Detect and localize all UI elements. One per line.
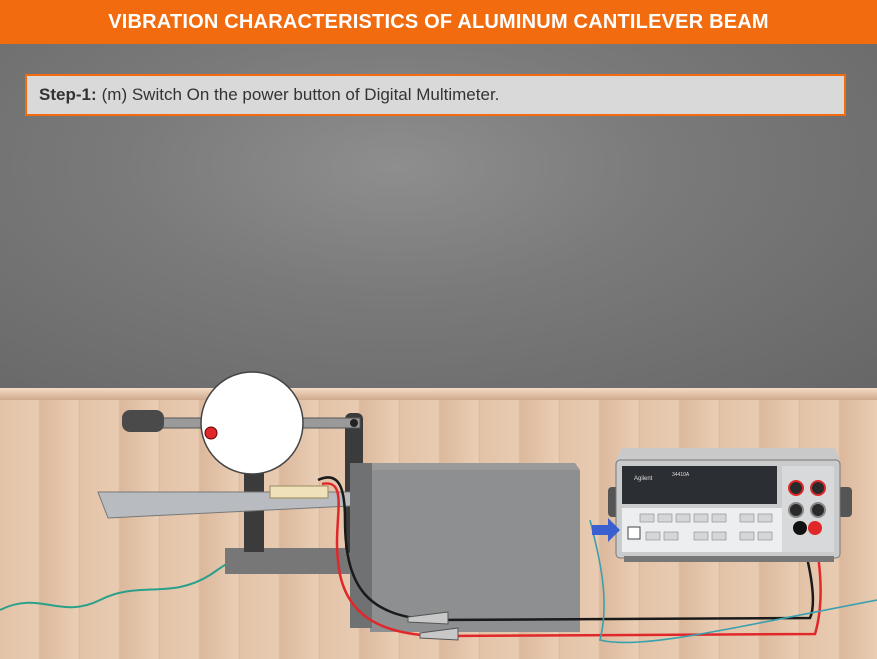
concrete-block [350, 463, 580, 632]
multimeter-model: 34410A [672, 472, 690, 478]
apparatus-scene: Agilent 34410A [0, 371, 877, 644]
multimeter-brand: Agilent [634, 476, 653, 482]
rotating-disc [200, 371, 304, 475]
aluminum-beam [97, 485, 371, 519]
green-wire-left [0, 559, 241, 611]
digital-multimeter: Agilent 34410A [608, 448, 852, 562]
power-button[interactable] [627, 526, 641, 540]
